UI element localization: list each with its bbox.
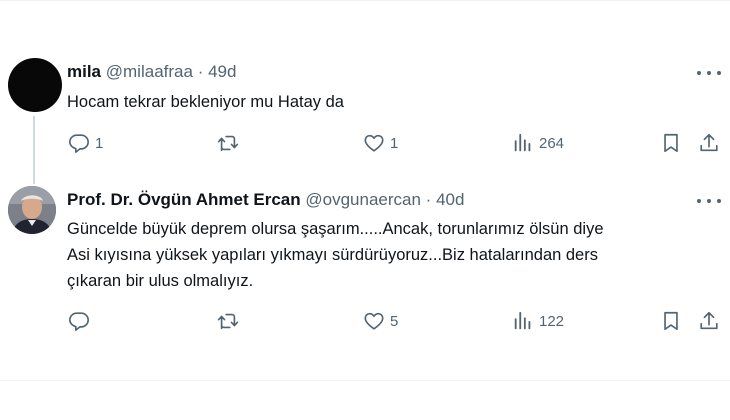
views-icon [514,311,531,330]
reply-icon [69,312,89,331]
views-button[interactable]: 122 [512,310,564,332]
more-icon[interactable] [697,68,721,78]
tweet-header: Prof. Dr. Övgün Ahmet Ercan @ovgunaercan… [67,190,464,210]
user-handle[interactable]: @ovgunaercan [305,190,421,209]
bookmark-icon [664,133,678,153]
tweet-text-line: Güncelde büyük deprem olursa şaşarım....… [67,220,604,238]
like-count: 5 [390,312,399,330]
separator-dot: · [197,62,204,81]
timestamp[interactable]: 49d [208,62,236,81]
tweet-text: Hocam tekrar bekleniyor mu Hatay da [67,93,344,111]
like-count: 1 [390,134,399,152]
tweet-text: Güncelde büyük deprem olursa şaşarım....… [67,216,707,294]
retweet-icon [217,135,239,152]
user-handle[interactable]: @milaafraa [106,62,193,81]
timestamp[interactable]: 40d [436,190,464,209]
tweet-text-line: Asi kıyısına yüksek yapıları yıkmayı sür… [67,246,598,264]
top-divider [0,0,730,1]
tweet-header: mila @milaafraa · 49d [67,62,236,82]
views-count: 122 [539,312,565,330]
heart-icon [364,134,384,152]
reply-count: 1 [95,134,104,152]
avatar[interactable] [8,186,56,234]
profile-photo [8,186,56,234]
reply-button[interactable] [68,310,95,332]
bookmark-button[interactable] [660,310,682,332]
like-button[interactable]: 5 [363,310,398,332]
avatar[interactable] [8,58,62,112]
reply-button[interactable]: 1 [68,132,103,154]
display-name[interactable]: Prof. Dr. Övgün Ahmet Ercan [67,190,301,209]
more-icon[interactable] [697,196,721,206]
like-button[interactable]: 1 [363,132,398,154]
views-button[interactable]: 264 [512,132,564,154]
heart-icon [364,312,384,330]
views-count: 264 [539,134,565,152]
bookmark-icon [664,311,678,331]
separator-dot: · [425,190,432,209]
share-button[interactable] [698,310,720,332]
share-icon [700,311,718,330]
share-icon [700,133,718,152]
reply-icon [69,134,89,153]
retweet-button[interactable] [216,310,245,332]
thread-connector-line [33,116,35,184]
bookmark-button[interactable] [660,132,682,154]
tweet-text-line: çıkaran bir ulus olmalıyız. [67,272,254,290]
share-button[interactable] [698,132,720,154]
display-name[interactable]: mila [67,62,101,81]
bottom-divider [0,380,730,381]
views-icon [514,133,531,152]
retweet-button[interactable] [216,132,245,154]
retweet-icon [217,313,239,330]
